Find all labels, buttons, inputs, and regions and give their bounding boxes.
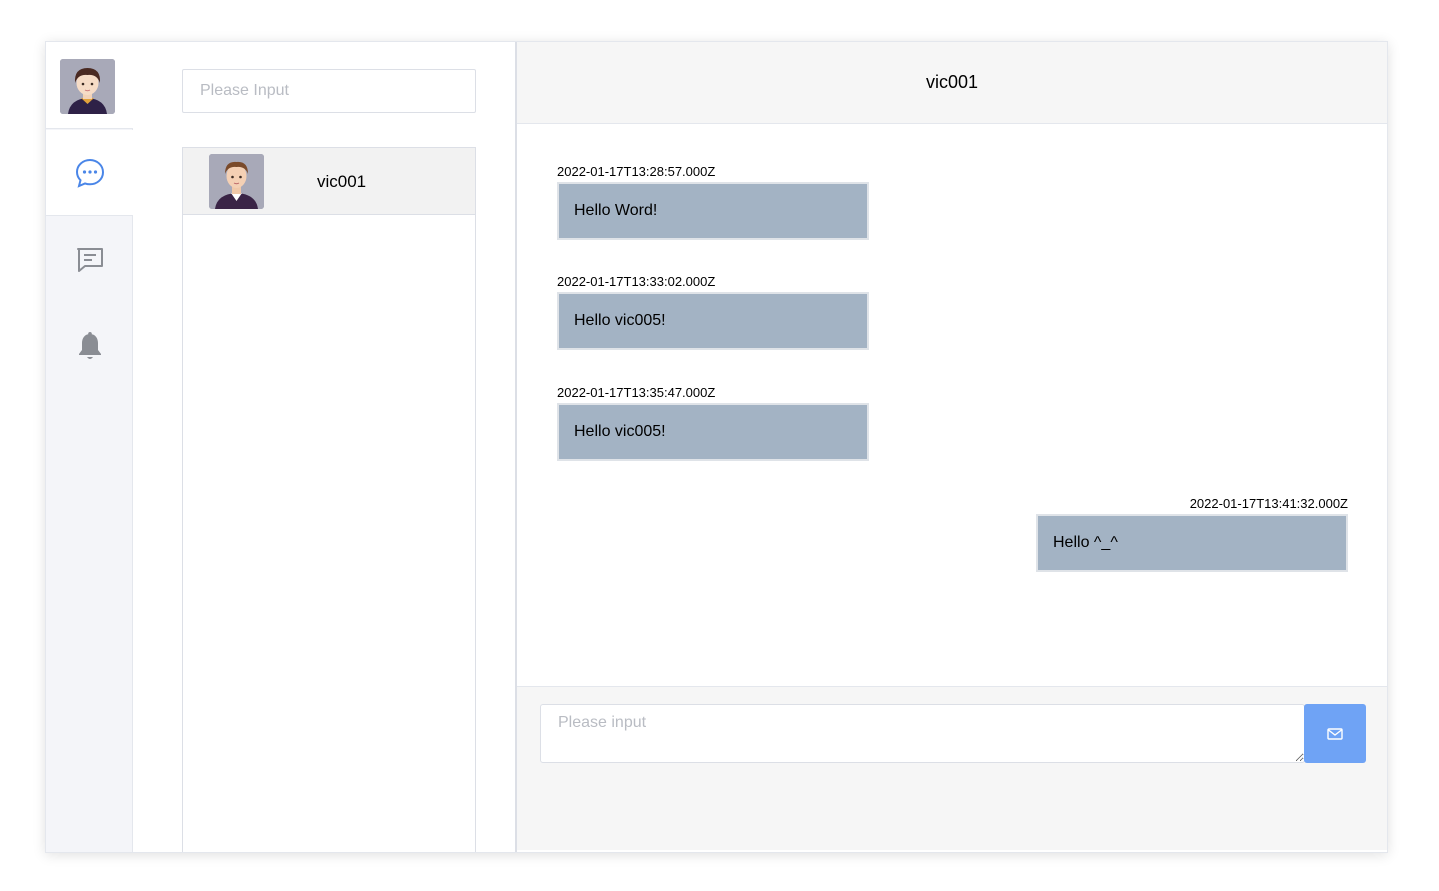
- nav-chat[interactable]: [46, 130, 133, 216]
- contact-list: vic001: [182, 147, 476, 852]
- composer: [517, 686, 1387, 850]
- message-list[interactable]: 2022-01-17T13:28:57.000Z Hello Word! 202…: [517, 124, 1387, 686]
- contacts-panel: vic001: [133, 42, 515, 852]
- rail-profile-area: [46, 42, 133, 129]
- message-timestamp: 2022-01-17T13:33:02.000Z: [557, 274, 716, 289]
- chat-panel: vic001 2022-01-17T13:28:57.000Z Hello Wo…: [517, 42, 1387, 850]
- message-timestamp: 2022-01-17T13:28:57.000Z: [557, 164, 716, 179]
- chat-title: vic001: [925, 72, 979, 92]
- envelope-icon: [1327, 727, 1343, 740]
- bell-icon: [78, 332, 101, 359]
- contact-item[interactable]: vic001: [183, 148, 475, 215]
- nav-rail: [46, 42, 133, 852]
- message-item: 2022-01-17T13:35:47.000Z Hello vic005!: [557, 385, 869, 461]
- message-icon: [76, 248, 103, 272]
- nav-messages[interactable]: [46, 217, 133, 303]
- user-avatar[interactable]: [60, 59, 115, 114]
- message-input[interactable]: [540, 704, 1305, 763]
- contact-avatar: [209, 154, 264, 209]
- message-bubble: Hello Word!: [557, 182, 869, 240]
- message-item: 2022-01-17T13:41:32.000Z Hello ^_^: [1036, 496, 1348, 572]
- nav-notifications[interactable]: [46, 304, 133, 390]
- message-item: 2022-01-17T13:33:02.000Z Hello vic005!: [557, 274, 869, 350]
- chat-header: vic001: [517, 42, 1387, 124]
- search-input[interactable]: [182, 69, 476, 113]
- message-bubble: Hello vic005!: [557, 403, 869, 461]
- contact-name: vic001: [317, 172, 367, 191]
- chat-app-window: vic001 vic001 2022-01-17T13:28:57.000Z H…: [45, 41, 1388, 853]
- chat-bubble-icon: [75, 158, 104, 188]
- message-timestamp: 2022-01-17T13:41:32.000Z: [1189, 496, 1348, 511]
- message-item: 2022-01-17T13:28:57.000Z Hello Word!: [557, 164, 869, 240]
- message-timestamp: 2022-01-17T13:35:47.000Z: [557, 385, 716, 400]
- send-button[interactable]: [1304, 704, 1366, 763]
- message-bubble: Hello ^_^: [1036, 514, 1348, 572]
- message-bubble: Hello vic005!: [557, 292, 869, 350]
